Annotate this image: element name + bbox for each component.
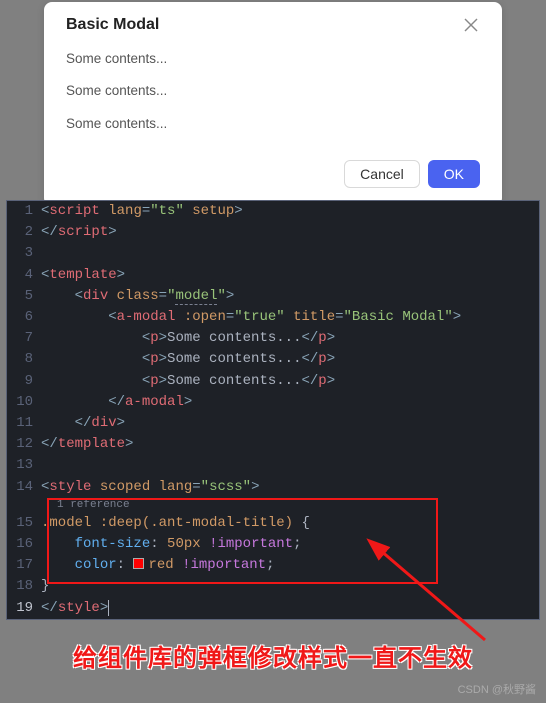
modal-footer: Cancel OK	[44, 160, 502, 206]
code-content[interactable]: <p>Some contents...</p>	[41, 371, 539, 392]
code-line[interactable]: 12</template>	[7, 434, 539, 455]
code-line[interactable]: 13	[7, 455, 539, 476]
line-number: 10	[7, 392, 41, 413]
watermark: CSDN @秋野酱	[458, 681, 536, 697]
code-content[interactable]: </a-modal>	[41, 392, 539, 413]
line-number: 19	[7, 598, 41, 619]
ok-button[interactable]: OK	[428, 160, 480, 188]
line-number: 13	[7, 455, 41, 476]
line-number: 14	[7, 477, 41, 498]
code-line[interactable]: 1<script lang="ts" setup>	[7, 201, 539, 222]
code-line[interactable]: 17 color: red !important;	[7, 555, 539, 576]
code-line[interactable]: 3	[7, 243, 539, 264]
code-content[interactable]: color: red !important;	[41, 555, 539, 576]
line-number: 15	[7, 513, 41, 534]
modal-content-line: Some contents...	[66, 81, 480, 101]
code-content[interactable]: }	[41, 576, 539, 597]
line-number: 16	[7, 534, 41, 555]
code-content[interactable]: <div class="model">	[41, 286, 539, 307]
code-content[interactable]: <p>Some contents...</p>	[41, 328, 539, 349]
code-content[interactable]: <script lang="ts" setup>	[41, 201, 539, 222]
code-line[interactable]: 19</style>	[7, 598, 539, 619]
code-line[interactable]: 9 <p>Some contents...</p>	[7, 371, 539, 392]
modal-title: Basic Modal	[66, 16, 159, 34]
code-content[interactable]: </script>	[41, 222, 539, 243]
line-number: 9	[7, 371, 41, 392]
cancel-button[interactable]: Cancel	[344, 160, 420, 188]
line-number: 3	[7, 243, 41, 264]
close-icon[interactable]	[462, 16, 480, 39]
line-number: 8	[7, 349, 41, 370]
line-number: 2	[7, 222, 41, 243]
line-number: 4	[7, 265, 41, 286]
code-content[interactable]: font-size: 50px !important;	[41, 534, 539, 555]
modal-body: Some contents... Some contents... Some c…	[44, 45, 502, 160]
line-number: 1	[7, 201, 41, 222]
line-number: 11	[7, 413, 41, 434]
code-line[interactable]: 11 </div>	[7, 413, 539, 434]
code-line[interactable]: 14<style scoped lang="scss">	[7, 477, 539, 498]
code-line[interactable]: 2</script>	[7, 222, 539, 243]
code-line[interactable]: 7 <p>Some contents...</p>	[7, 328, 539, 349]
line-number: 5	[7, 286, 41, 307]
code-editor[interactable]: 1<script lang="ts" setup>2</script>34<te…	[6, 200, 540, 620]
line-number: 18	[7, 576, 41, 597]
code-line[interactable]: 8 <p>Some contents...</p>	[7, 349, 539, 370]
code-content[interactable]: <style scoped lang="scss">	[41, 477, 539, 498]
code-content[interactable]: <p>Some contents...</p>	[41, 349, 539, 370]
code-content[interactable]: </style>	[41, 598, 539, 619]
code-line[interactable]: 10 </a-modal>	[7, 392, 539, 413]
code-content[interactable]: <template>	[41, 265, 539, 286]
code-line[interactable]: 4<template>	[7, 265, 539, 286]
reference-hint: 1 reference	[7, 498, 539, 513]
modal-header: Basic Modal	[44, 2, 502, 45]
modal-content-line: Some contents...	[66, 49, 480, 69]
code-line[interactable]: 6 <a-modal :open="true" title="Basic Mod…	[7, 307, 539, 328]
code-content[interactable]: </template>	[41, 434, 539, 455]
annotation-caption: 给组件库的弹框修改样式一直不生效	[0, 638, 546, 673]
line-number: 6	[7, 307, 41, 328]
modal-dialog: Basic Modal Some contents... Some conten…	[44, 2, 502, 206]
code-line[interactable]: 15.model :deep(.ant-modal-title) {	[7, 513, 539, 534]
line-number: 7	[7, 328, 41, 349]
code-content[interactable]: <a-modal :open="true" title="Basic Modal…	[41, 307, 539, 328]
code-line[interactable]: 5 <div class="model">	[7, 286, 539, 307]
code-line[interactable]: 16 font-size: 50px !important;	[7, 534, 539, 555]
modal-content-line: Some contents...	[66, 114, 480, 134]
line-number: 12	[7, 434, 41, 455]
code-content[interactable]: .model :deep(.ant-modal-title) {	[41, 513, 539, 534]
code-content[interactable]: </div>	[41, 413, 539, 434]
code-line[interactable]: 18}	[7, 576, 539, 597]
line-number: 17	[7, 555, 41, 576]
